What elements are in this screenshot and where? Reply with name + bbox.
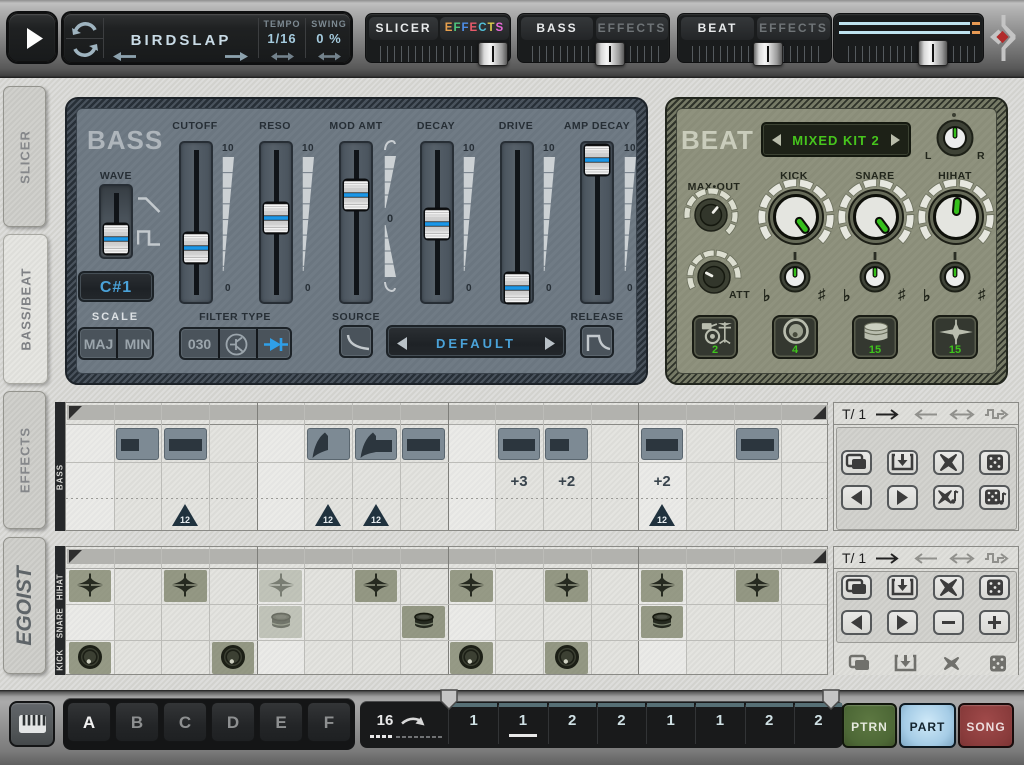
svg-text:12: 12	[180, 515, 190, 525]
svg-text:12: 12	[657, 515, 667, 525]
svg-text:12: 12	[371, 515, 381, 525]
svg-text:0: 0	[387, 213, 393, 225]
svg-text:12: 12	[323, 515, 333, 525]
